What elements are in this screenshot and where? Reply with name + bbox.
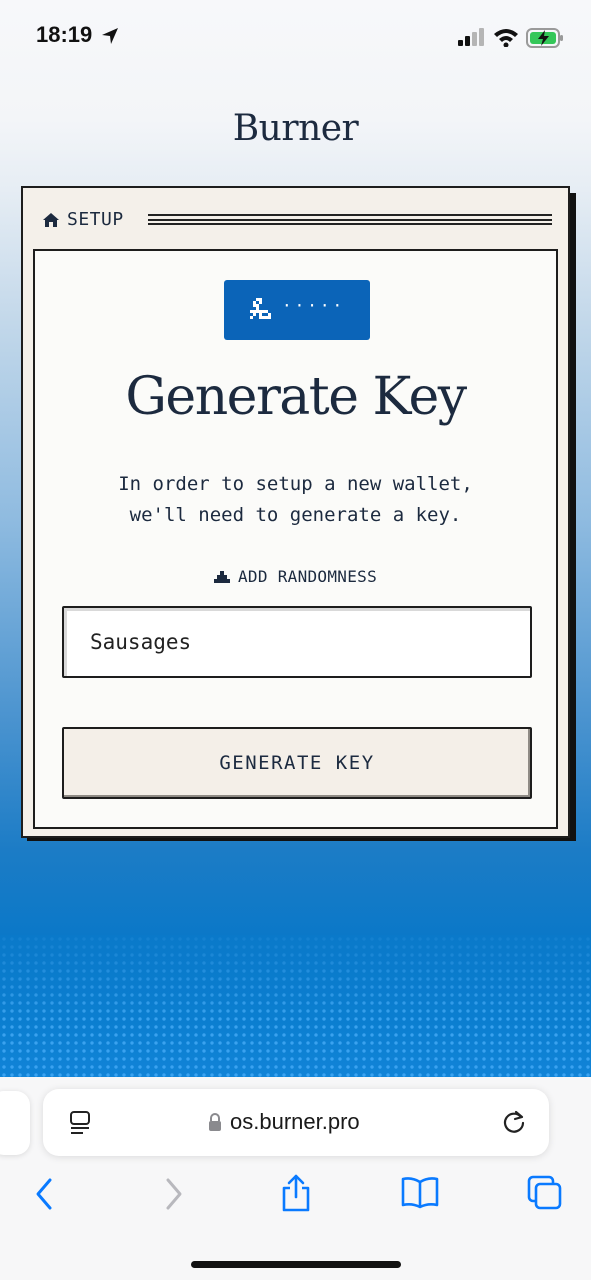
app-brand-title: Burner — [232, 108, 359, 149]
battery-charging-icon — [526, 27, 564, 54]
generate-key-button[interactable]: GENERATE KEY — [62, 727, 532, 799]
location-arrow-icon — [100, 26, 120, 51]
url-text: os.burner.pro — [230, 1109, 360, 1134]
browser-nav-row — [0, 1173, 591, 1223]
bookmarks-icon[interactable] — [401, 1175, 439, 1214]
back-icon[interactable] — [30, 1175, 58, 1218]
forward-icon[interactable] — [160, 1175, 188, 1218]
card-header: SETUP — [23, 188, 568, 250]
description-line-1: In order to setup a new wallet, — [118, 473, 473, 495]
description: In order to setup a new wallet, we'll ne… — [35, 469, 556, 531]
key-pixel-icon — [250, 298, 274, 327]
previous-tab-preview[interactable] — [0, 1091, 30, 1155]
share-icon[interactable] — [280, 1173, 312, 1218]
lock-icon — [208, 1113, 222, 1136]
card-body: ····· Generate Key In order to setup a n… — [33, 249, 558, 829]
randomness-label: ADD RANDOMNESS — [237, 567, 378, 586]
header-divider-lines — [148, 214, 552, 225]
shovel-icon — [213, 568, 230, 587]
cellular-signal-icon — [458, 28, 486, 51]
page-title: Generate Key — [125, 367, 467, 427]
address-bar[interactable]: os.burner.pro — [43, 1089, 549, 1156]
home-indicator — [191, 1261, 401, 1268]
halftone-background — [0, 935, 591, 1077]
tabs-icon[interactable] — [527, 1175, 563, 1216]
randomness-label-row: ADD RANDOMNESS — [35, 567, 556, 587]
browser-toolbar: os.burner.pro — [0, 1077, 591, 1280]
randomness-input[interactable] — [62, 606, 532, 678]
description-line-2: we'll need to generate a key. — [129, 504, 462, 526]
status-bar: 18:19 — [0, 0, 591, 76]
home-icon[interactable] — [42, 212, 60, 233]
setup-label: SETUP — [67, 209, 124, 230]
key-progress-dots: ····· — [282, 296, 346, 315]
reload-icon[interactable] — [501, 1109, 527, 1140]
setup-card: SETUP ····· Generate Key In order to set… — [21, 186, 570, 838]
wifi-icon — [493, 27, 519, 52]
status-time: 18:19 — [36, 22, 93, 47]
reader-icon[interactable] — [69, 1110, 93, 1141]
key-badge: ····· — [224, 280, 370, 340]
